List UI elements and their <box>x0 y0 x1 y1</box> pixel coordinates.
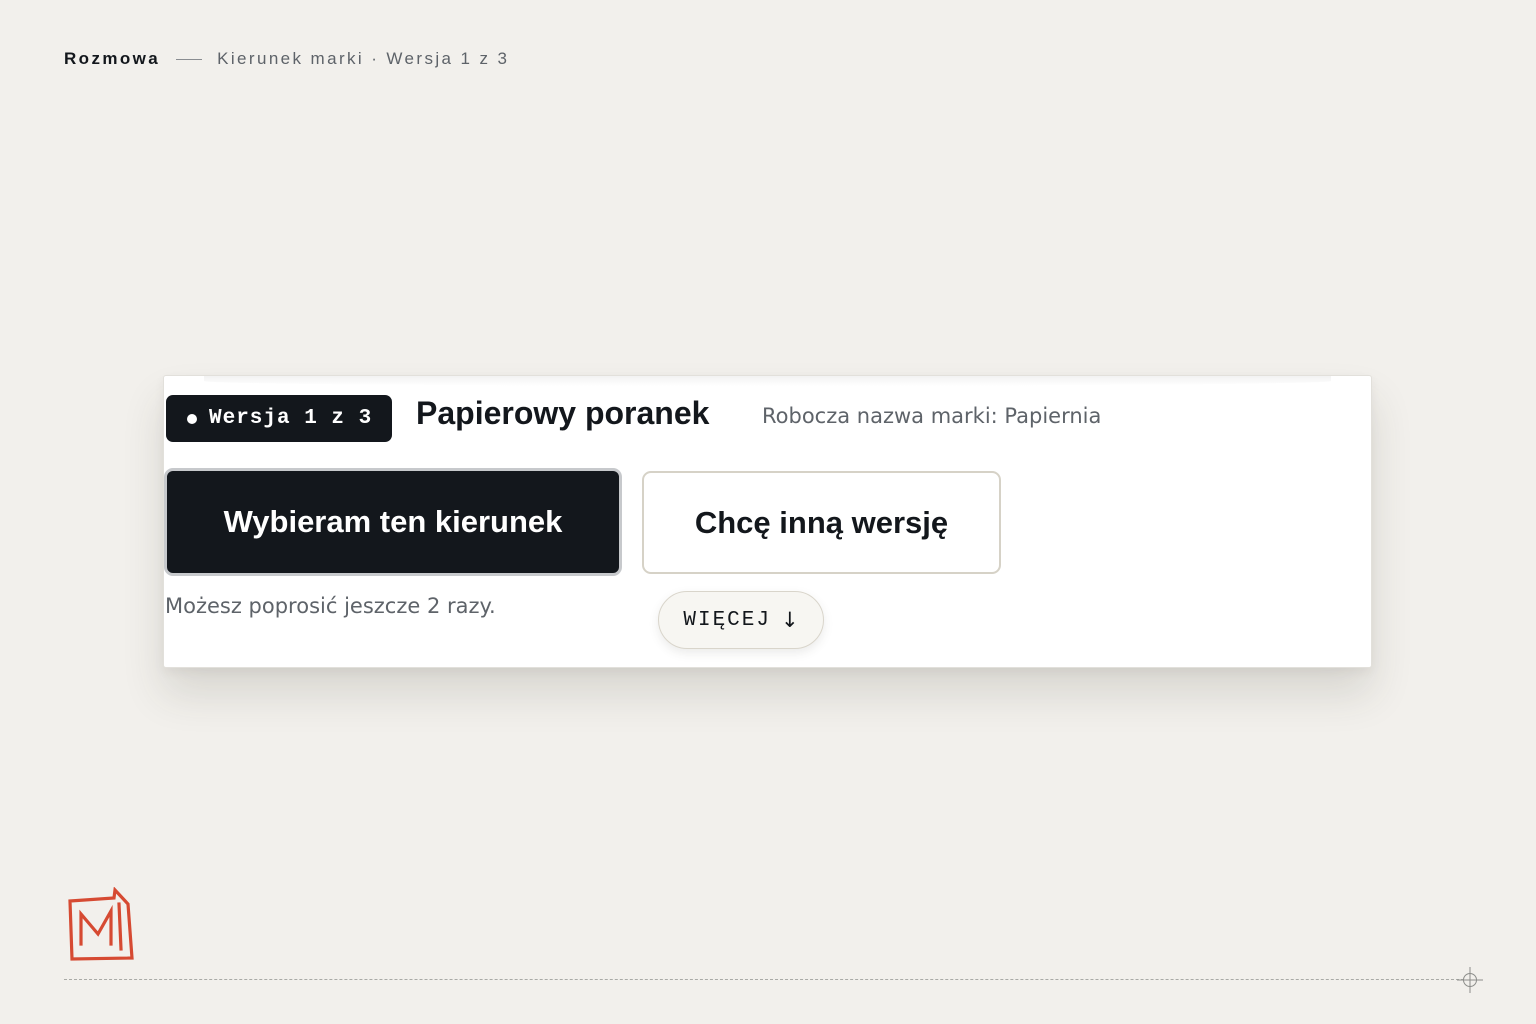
status-dot-icon <box>187 413 197 424</box>
crosshair-icon <box>1456 966 1484 994</box>
remaining-requests-hint: Możesz poprosić jeszcze 2 razy. <box>165 594 496 618</box>
more-button-label: WIĘCEJ <box>683 608 771 632</box>
version-badge: Wersja 1 z 3 <box>166 395 392 442</box>
version-badge-label: Wersja 1 z 3 <box>209 407 373 430</box>
choose-direction-button[interactable]: Wybieram ten kierunek <box>164 468 622 576</box>
concept-title: Papierowy poranek <box>416 395 710 431</box>
arrow-down-icon: ↓ <box>781 608 799 632</box>
more-button[interactable]: WIĘCEJ ↓ <box>658 591 824 649</box>
breadcrumb-section[interactable]: Rozmowa <box>64 49 160 69</box>
card-top-shadow <box>204 376 1331 386</box>
request-another-version-button[interactable]: Chcę inną wersję <box>642 471 1001 574</box>
breadcrumb-separator <box>176 58 203 60</box>
breadcrumb-current: Kierunek marki · Wersja 1 z 3 <box>217 49 510 68</box>
breadcrumb: Rozmowa Kierunek marki · Wersja 1 z 3 <box>64 49 509 69</box>
concept-subtitle: Robocza nazwa marki: Papiernia <box>762 404 1102 428</box>
brand-logo-icon <box>66 886 136 963</box>
footer-divider <box>64 979 1464 980</box>
brand-direction-card: Wersja 1 z 3 Papierowy poranek Robocza n… <box>163 375 1372 668</box>
